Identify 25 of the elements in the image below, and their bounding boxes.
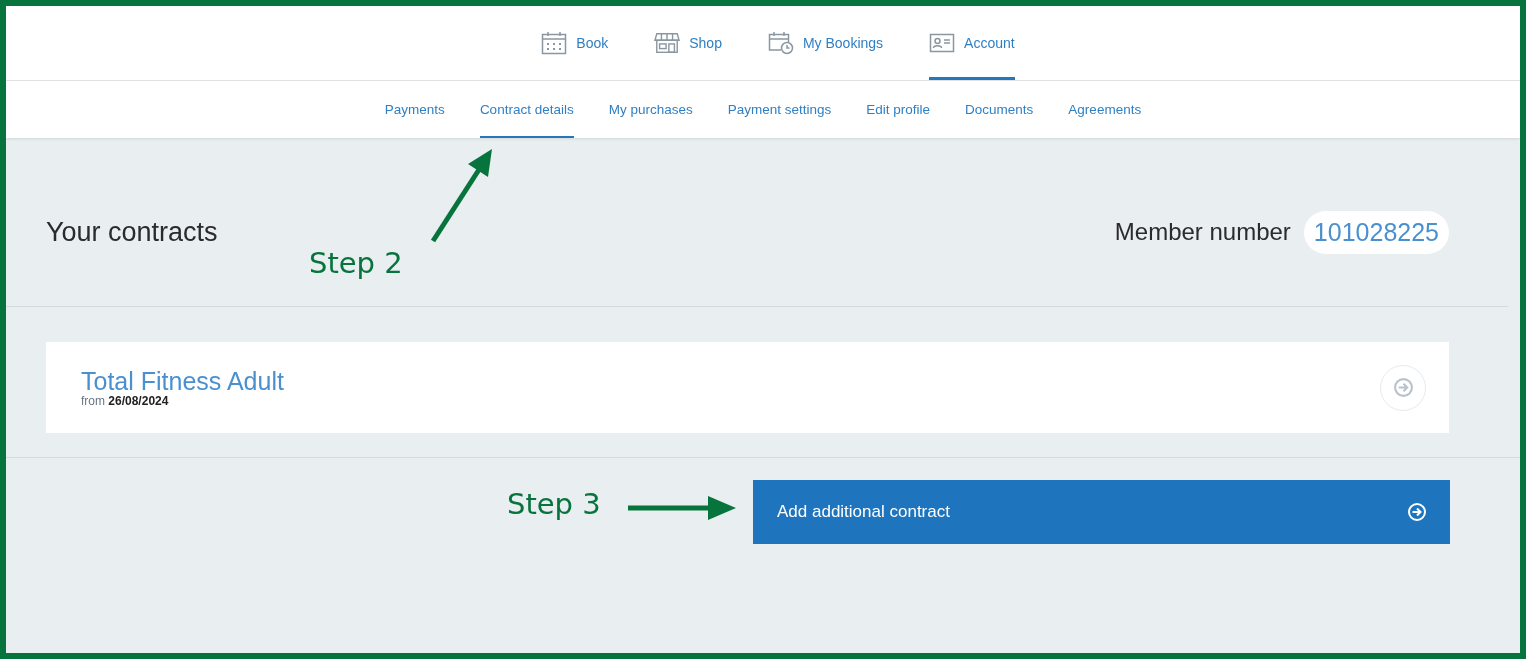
calendar-clock-icon	[767, 31, 794, 55]
top-nav-tab[interactable]: Book	[541, 6, 609, 80]
sub-nav-tab[interactable]: Edit profile	[866, 81, 931, 138]
sub-nav-tab[interactable]: Payments	[384, 81, 445, 138]
sub-nav-tab[interactable]: Agreements	[1068, 81, 1142, 138]
sub-nav-tab[interactable]: My purchases	[608, 81, 693, 138]
step-annotation: Step 2	[309, 246, 403, 280]
sub-nav-tab[interactable]: Documents	[965, 81, 1034, 138]
contract-start-date: from 26/08/2024	[81, 393, 170, 408]
member-number: 101028225	[1303, 210, 1449, 254]
sub-nav-tab[interactable]: Contract details	[479, 81, 574, 138]
arrow-right-icon	[1392, 377, 1414, 398]
contract-name: Total Fitness Adult	[81, 367, 284, 394]
sub-nav-tab[interactable]: Payment settings	[727, 81, 832, 138]
add-contract-button[interactable]: Add additional contract	[753, 480, 1450, 544]
top-nav-tab[interactable]: Shop	[654, 6, 722, 80]
calendar-icon	[541, 31, 568, 55]
top-nav-tab[interactable]: My Bookings	[767, 6, 884, 80]
member-number-label: Member number	[1114, 218, 1291, 246]
id-card-icon	[929, 31, 956, 55]
step-annotation: Step 3	[507, 487, 601, 521]
arrow-right-icon	[1407, 502, 1427, 522]
contract-card[interactable]: Total Fitness Adult from 26/08/2024	[46, 342, 1449, 433]
page-heading: Your contracts	[46, 216, 218, 248]
store-icon	[654, 31, 681, 55]
